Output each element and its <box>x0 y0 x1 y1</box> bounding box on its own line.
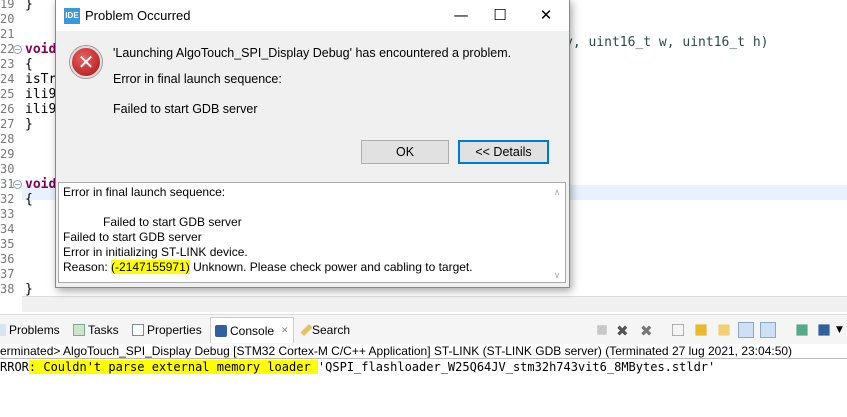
line-number: 37 <box>0 267 15 281</box>
line-number: 23 <box>0 57 15 71</box>
close-icon[interactable]: ✕ <box>536 5 556 25</box>
code-line: void <box>25 177 57 192</box>
clear-console-icon[interactable] <box>672 324 684 336</box>
search-icon <box>300 323 313 337</box>
details-vertical-scrollbar[interactable]: ∧ ∨ <box>549 183 565 282</box>
horizontal-scrollbar[interactable] <box>22 296 847 312</box>
line-number: 38 <box>0 282 15 296</box>
tab-console[interactable]: Console ✕ <box>210 317 294 343</box>
code-line: ili9 <box>25 102 57 117</box>
close-icon[interactable]: ✕ <box>281 325 289 336</box>
line-number: 27 <box>0 117 15 131</box>
code-line-22-tail: y, uint16_t w, uint16_t h) <box>565 35 769 50</box>
fold-icon[interactable]: − <box>13 45 22 54</box>
line-number: 36 <box>0 252 15 266</box>
code-line: { <box>25 57 33 72</box>
ide-logo-icon: IDE <box>64 8 80 24</box>
remove-launch-icon[interactable]: ✖ <box>616 322 632 340</box>
line-number: 33 <box>0 207 15 221</box>
line-number: 20 <box>0 12 15 26</box>
ok-button[interactable]: OK <box>361 140 449 164</box>
fold-icon[interactable]: − <box>13 180 22 189</box>
minimize-icon[interactable]: — <box>451 5 471 25</box>
problems-icon <box>0 324 6 336</box>
problem-occurred-dialog: IDE Problem Occurred — ☐ ✕ ✕ 'Launching … <box>55 0 570 288</box>
line-number: 30 <box>0 162 15 176</box>
line-number: 19 <box>0 0 15 11</box>
properties-icon <box>132 324 144 336</box>
error-icon: ✕ <box>70 46 102 78</box>
code-line: { <box>25 192 33 207</box>
code-line: ili9 <box>25 87 57 102</box>
details-line: Error in final launch sequence: <box>63 185 226 199</box>
tab-search[interactable]: Search <box>300 323 350 337</box>
line-number: 29 <box>0 147 15 161</box>
show-on-stdout-icon[interactable] <box>738 322 754 338</box>
line-number: 34 <box>0 222 15 236</box>
details-text-area[interactable]: Error in final launch sequence: Failed t… <box>58 182 566 283</box>
details-line: Error in initializing ST-LINK device. <box>63 245 248 259</box>
show-on-stderr-icon[interactable] <box>760 322 776 338</box>
pin-console-icon[interactable] <box>796 324 808 336</box>
remove-all-terminated-icon[interactable]: ✖ <box>640 322 656 340</box>
code-line: } <box>25 117 33 132</box>
scroll-lock-icon[interactable] <box>695 324 707 336</box>
dialog-submessage: Error in final launch sequence: <box>113 72 282 86</box>
line-number: 35 <box>0 237 15 251</box>
dialog-message: 'Launching AlgoTouch_SPI_Display Debug' … <box>113 46 512 60</box>
line-number: 25 <box>0 87 15 101</box>
code-line: } <box>25 282 33 297</box>
console-output-line[interactable]: RROR: Couldn't parse external memory loa… <box>0 360 715 374</box>
dialog-title: Problem Occurred <box>85 8 191 23</box>
line-number: 26 <box>0 102 15 116</box>
word-wrap-icon[interactable] <box>718 324 730 336</box>
code-line: } <box>25 0 33 12</box>
code-line: void <box>25 42 57 57</box>
tasks-icon <box>73 324 85 336</box>
line-number-gutter: 19 20 21 22−23 24 25 26 27 28 29 30 31−32 33 34 35 36 37… <box>0 0 22 296</box>
tab-properties[interactable]: Properties <box>132 323 202 337</box>
tab-problems[interactable]: Problems <box>0 323 60 337</box>
console-icon <box>215 324 227 337</box>
details-line: Failed to start GDB server <box>63 230 202 244</box>
console-header: erminated> AlgoTouch_SPI_Display Debug [… <box>0 344 847 359</box>
details-line: Failed to start GDB server <box>63 215 242 229</box>
reason-code: (-2147155971) <box>111 260 190 274</box>
chevron-down-icon[interactable]: ▼ <box>836 322 847 338</box>
tab-tasks[interactable]: Tasks <box>73 323 119 337</box>
dialog-submessage-2: Failed to start GDB server <box>113 102 258 116</box>
maximize-icon[interactable]: ☐ <box>490 5 510 25</box>
line-number: 24 <box>0 72 15 86</box>
terminate-icon[interactable] <box>597 325 607 335</box>
details-line <box>63 200 561 215</box>
details-button[interactable]: << Details <box>458 140 549 164</box>
line-number: 21 <box>0 27 15 41</box>
line-number: 28 <box>0 132 15 146</box>
code-line: isTr <box>25 72 57 87</box>
dialog-titlebar[interactable]: IDE Problem Occurred — ☐ ✕ <box>56 0 569 31</box>
display-console-icon[interactable] <box>818 324 830 336</box>
line-number: 32 <box>0 192 15 206</box>
highlighted-error: : Couldn't parse external memory loader <box>28 360 318 374</box>
